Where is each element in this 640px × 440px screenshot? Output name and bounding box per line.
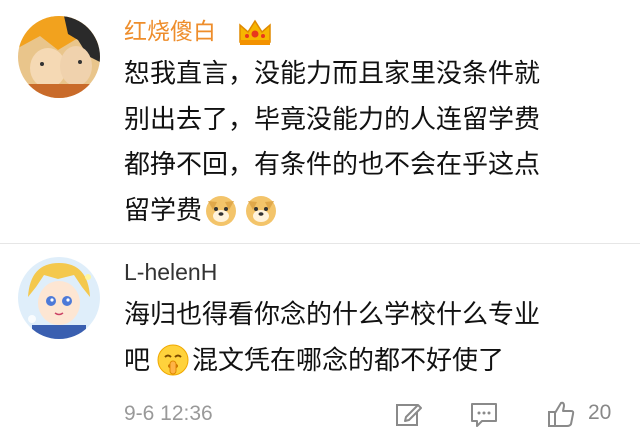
comment-footer: 9-6 12:36 20 <box>0 397 640 433</box>
repost-edit-icon[interactable] <box>394 399 424 429</box>
doge-emoji-icon <box>244 193 278 227</box>
doge-emoji-icon <box>204 193 238 227</box>
comment-item-2: L-helenH 海归也得看你念的什么学校什么专业 吧 混文凭在哪念的都不好使了 <box>0 0 640 376</box>
comment-username[interactable]: L-helenH <box>124 257 217 287</box>
comment-text-line: 吧 混文凭在哪念的都不好使了 <box>124 339 624 385</box>
comment-icon[interactable] <box>469 399 499 429</box>
comment-text-fragment: 留学费 <box>124 195 203 226</box>
comment-text-line: 留学费 <box>124 189 624 235</box>
thumbs-up-icon[interactable] <box>546 399 576 429</box>
avatar[interactable] <box>18 257 100 339</box>
comment-text: 海归也得看你念的什么学校什么专业 吧 混文凭在哪念的都不好使了 <box>124 293 624 384</box>
like-count: 20 <box>588 401 612 424</box>
shush-face-emoji-icon <box>156 343 190 377</box>
comment-text-fragment: 吧 <box>124 345 151 376</box>
comment-text-line: 海归也得看你念的什么学校什么专业 <box>124 300 541 330</box>
comment-divider <box>0 243 640 244</box>
comment-text-fragment: 混文凭在哪念的都不好使了 <box>192 345 505 376</box>
timestamp: 9-6 12:36 <box>124 402 213 425</box>
